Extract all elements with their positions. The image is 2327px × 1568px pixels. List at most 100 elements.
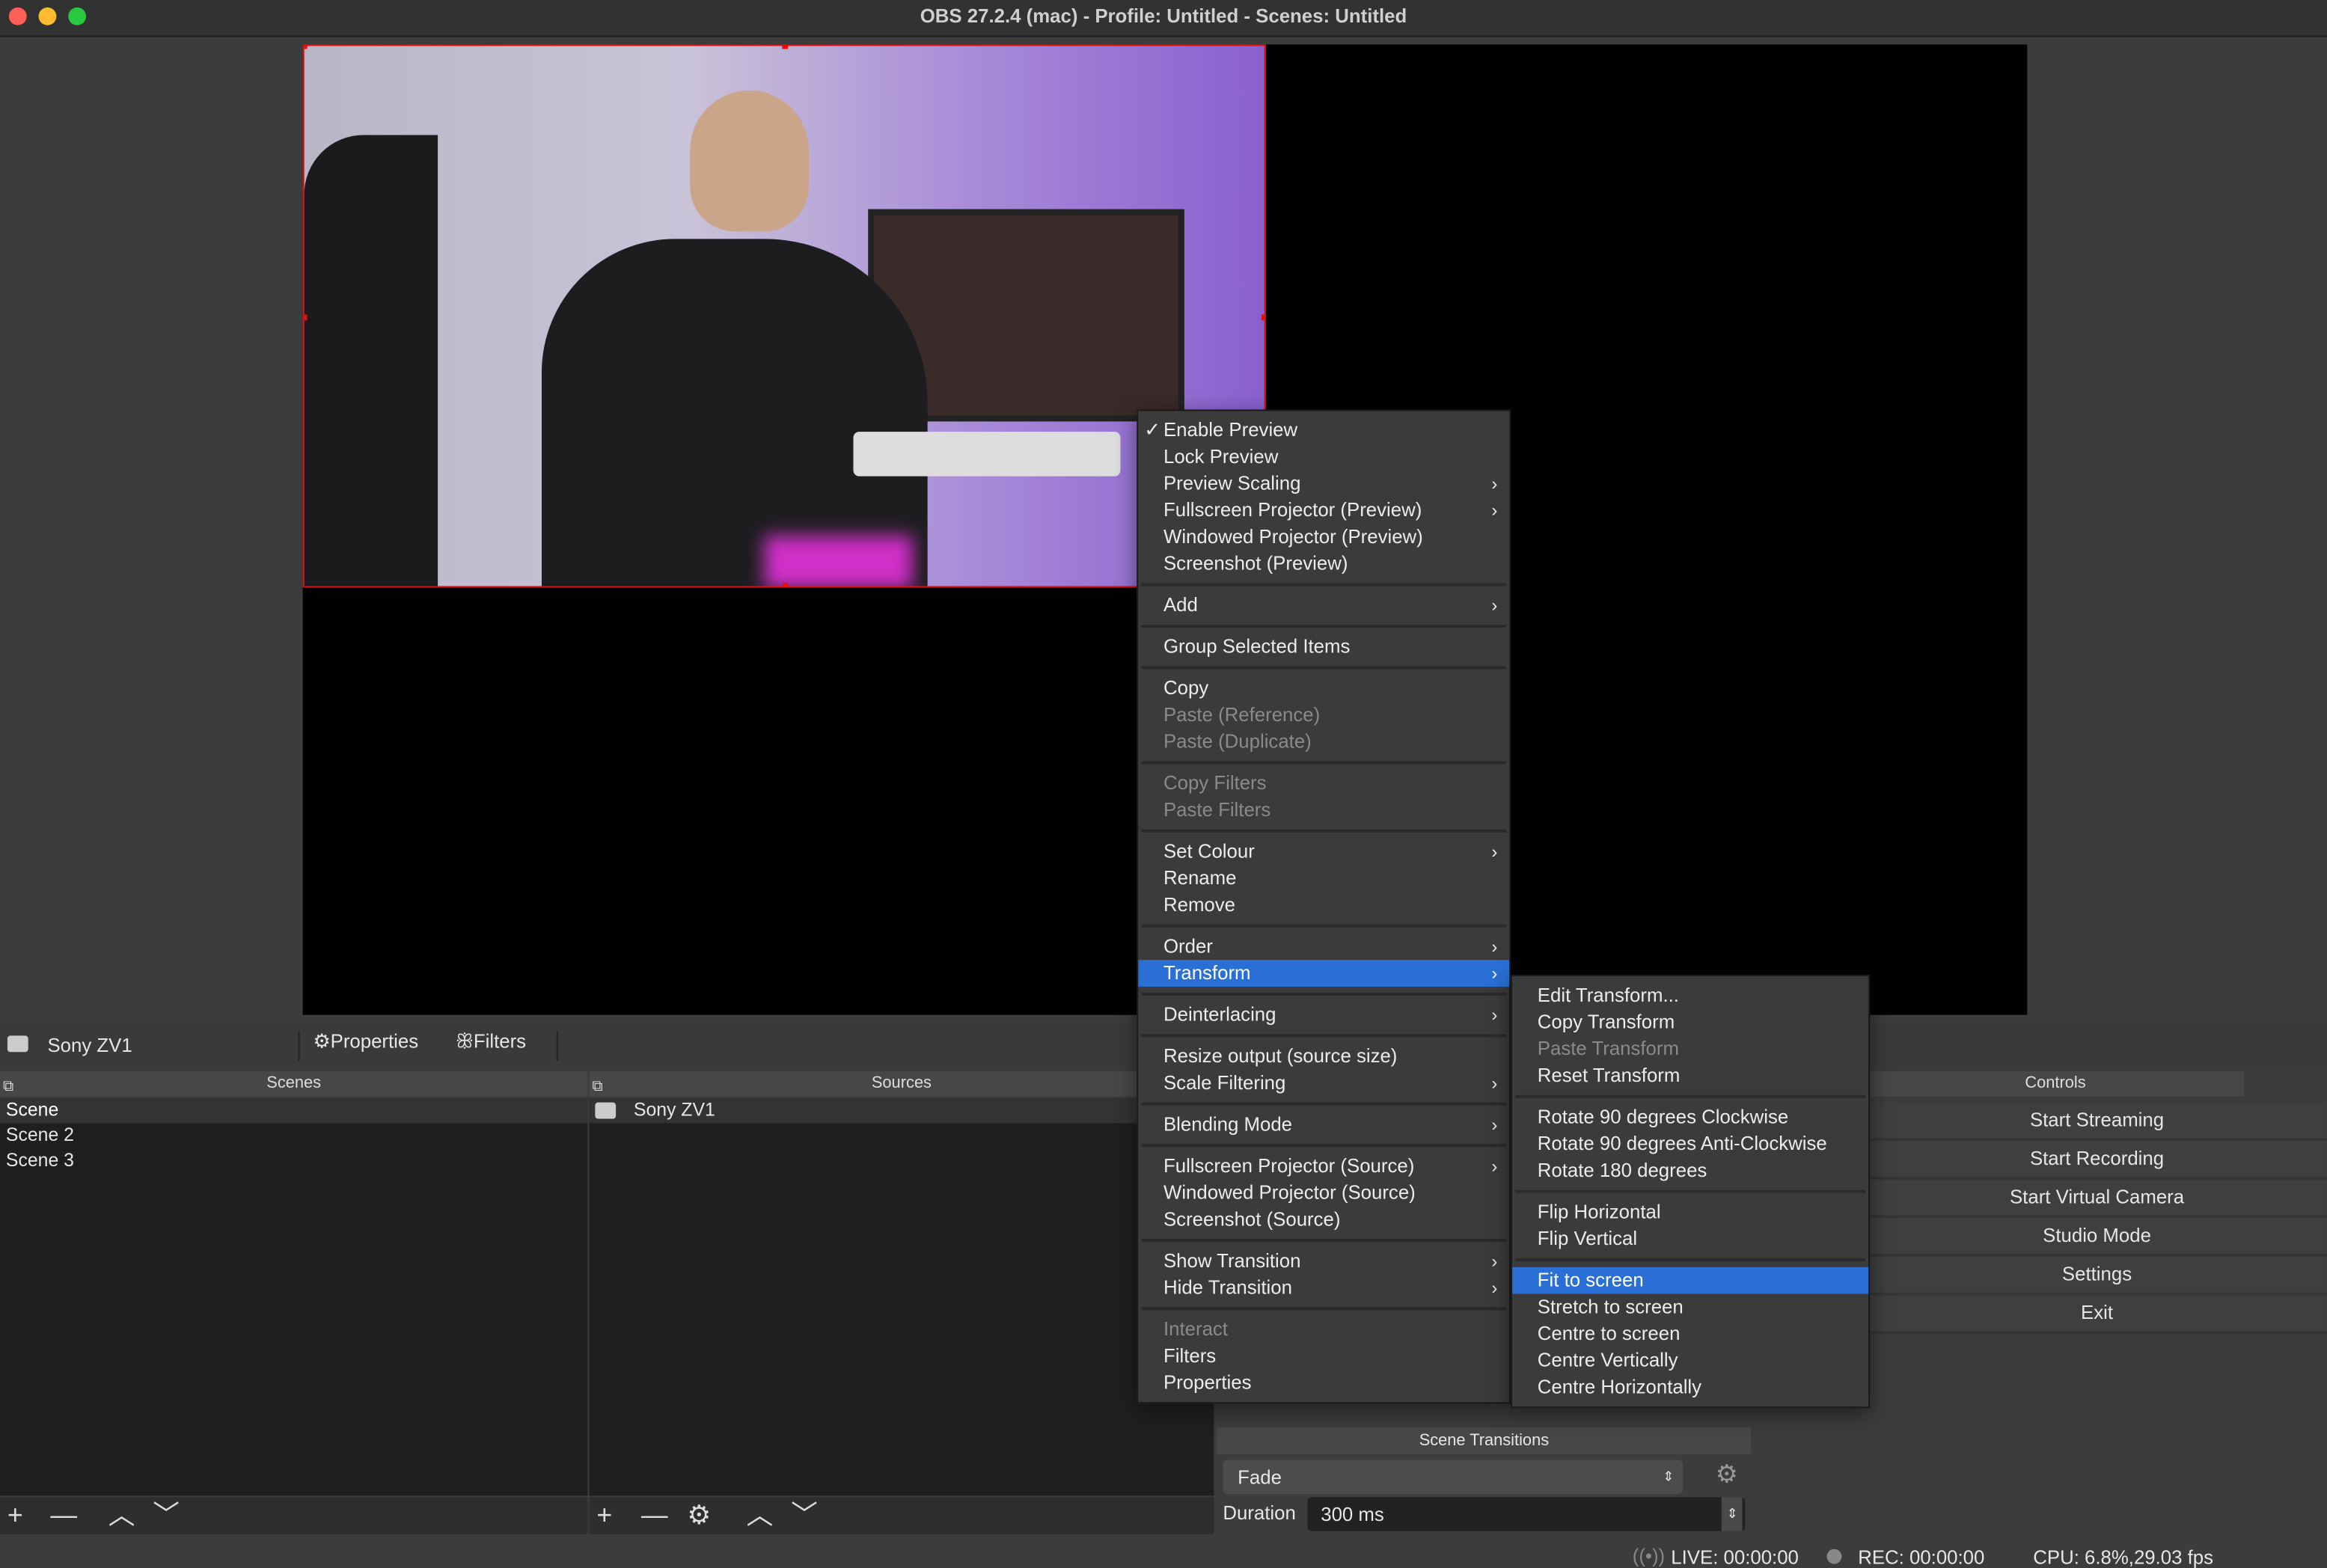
scenes-toolbar: + — ︿ ﹀ <box>0 1497 588 1534</box>
menu-item-enable-preview[interactable]: ✓ Enable Preview <box>1138 417 1509 444</box>
live-broadcast-icon: ((•)) <box>1632 1544 1666 1567</box>
zoom-window-button[interactable] <box>68 7 87 25</box>
transitions-title: Scene Transitions <box>1419 1431 1550 1450</box>
menu-item-properties[interactable]: Properties <box>1138 1370 1509 1397</box>
menu-item-resize-output-source-size[interactable]: Resize output (source size) <box>1138 1043 1509 1070</box>
menu-item-centre-vertically[interactable]: Centre Vertically <box>1512 1347 1868 1374</box>
menu-item-label: Stretch to screen <box>1537 1295 1684 1318</box>
menu-item-paste-filters: Paste Filters <box>1138 797 1509 824</box>
menu-item-set-colour[interactable]: Set Colour › <box>1138 839 1509 866</box>
chevron-right-icon: › <box>1491 595 1498 616</box>
menu-item-order[interactable]: Order › <box>1138 934 1509 961</box>
close-window-button[interactable] <box>8 7 27 25</box>
window-title: OBS 27.2.4 (mac) - Profile: Untitled - S… <box>920 4 1407 27</box>
menu-item-screenshot-source[interactable]: Screenshot (Source) <box>1138 1207 1509 1234</box>
move-source-up-button[interactable]: ︿ <box>747 1497 774 1534</box>
menu-item-copy[interactable]: Copy <box>1138 675 1509 702</box>
move-scene-down-button[interactable]: ﹀ <box>153 1497 180 1534</box>
menu-item-fullscreen-projector-source[interactable]: Fullscreen Projector (Source) › <box>1138 1153 1509 1180</box>
minimize-window-button[interactable] <box>38 7 57 25</box>
menu-item-copy-transform[interactable]: Copy Transform <box>1512 1009 1868 1036</box>
menu-item-fullscreen-projector-preview[interactable]: Fullscreen Projector (Preview) › <box>1138 497 1509 524</box>
scene-item[interactable]: Scene <box>0 1097 588 1124</box>
menu-item-label: Remove <box>1163 893 1236 916</box>
menu-item-stretch-to-screen[interactable]: Stretch to screen <box>1512 1294 1868 1321</box>
menu-item-scale-filtering[interactable]: Scale Filtering › <box>1138 1070 1509 1097</box>
menu-item-fit-to-screen[interactable]: Fit to screen <box>1512 1267 1869 1294</box>
duration-input[interactable]: 300 ms ⇕ <box>1307 1497 1746 1531</box>
undock-icon[interactable]: ⧉ <box>3 1074 13 1100</box>
settings-button[interactable]: Settings <box>1867 1256 2327 1296</box>
status-bar: ((•)) LIVE: 00:00:00 REC: 00:00:00 CPU: … <box>0 1543 2327 1568</box>
menu-item-screenshot-preview[interactable]: Screenshot (Preview) <box>1138 551 1509 578</box>
menu-item-lock-preview[interactable]: Lock Preview <box>1138 444 1509 471</box>
menu-item-label: Interact <box>1163 1317 1228 1341</box>
menu-item-label: Fit to screen <box>1537 1268 1644 1291</box>
menu-item-rotate-90-degrees-anti-clockwise[interactable]: Rotate 90 degrees Anti-Clockwise <box>1512 1130 1868 1157</box>
scene-item[interactable]: Scene 2 <box>0 1123 587 1148</box>
menu-item-blending-mode[interactable]: Blending Mode › <box>1138 1112 1509 1139</box>
menu-item-paste-reference: Paste (Reference) <box>1138 702 1509 729</box>
checkmark-icon: ✓ <box>1144 418 1161 441</box>
camera-source-preview[interactable] <box>302 44 1266 588</box>
transition-select[interactable]: Fade ⇕ <box>1223 1460 1684 1495</box>
move-scene-up-button[interactable]: ︿ <box>108 1497 135 1534</box>
controls-title: Controls <box>2025 1074 2086 1092</box>
scenes-title: Scenes <box>266 1074 322 1092</box>
menu-item-windowed-projector-preview[interactable]: Windowed Projector (Preview) <box>1138 524 1509 551</box>
properties-button[interactable]: ⚙Properties <box>313 1029 418 1053</box>
source-item[interactable]: Sony ZV1 <box>589 1097 1214 1124</box>
menu-item-rotate-180-degrees[interactable]: Rotate 180 degrees <box>1512 1157 1868 1184</box>
menu-item-interact: Interact <box>1138 1316 1509 1343</box>
menu-item-centre-to-screen[interactable]: Centre to screen <box>1512 1320 1868 1347</box>
menu-item-flip-horizontal[interactable]: Flip Horizontal <box>1512 1199 1868 1226</box>
transition-settings-gear-icon[interactable]: ⚙ <box>1716 1460 1738 1490</box>
remove-scene-button[interactable]: — <box>50 1497 77 1534</box>
menu-item-hide-transition[interactable]: Hide Transition › <box>1138 1275 1509 1302</box>
menu-item-preview-scaling[interactable]: Preview Scaling › <box>1138 471 1509 497</box>
title-bar: OBS 27.2.4 (mac) - Profile: Untitled - S… <box>0 0 2327 37</box>
menu-item-rotate-90-degrees-clockwise[interactable]: Rotate 90 degrees Clockwise <box>1512 1104 1868 1131</box>
move-source-down-button[interactable]: ﹀ <box>791 1497 818 1534</box>
menu-item-label: Rename <box>1163 866 1237 889</box>
menu-item-label: Order <box>1163 934 1213 958</box>
scenes-list[interactable]: Scene Scene 2 Scene 3 <box>0 1097 588 1496</box>
menu-item-rename[interactable]: Rename <box>1138 865 1509 892</box>
menu-item-label: Copy <box>1163 676 1209 699</box>
start-virtual-camera-button[interactable]: Start Virtual Camera <box>1867 1179 2327 1219</box>
record-dot-icon <box>1826 1549 1842 1564</box>
menu-item-centre-horizontally[interactable]: Centre Horizontally <box>1512 1374 1868 1401</box>
menu-item-group-selected-items[interactable]: Group Selected Items <box>1138 634 1509 661</box>
sources-list[interactable]: Sony ZV1 <box>589 1097 1214 1496</box>
start-streaming-button[interactable]: Start Streaming <box>1867 1102 2327 1142</box>
keyboard-image <box>853 432 1121 477</box>
filters-button[interactable]: ꕥFilters <box>456 1029 526 1053</box>
menu-item-deinterlacing[interactable]: Deinterlacing › <box>1138 1002 1509 1029</box>
duration-value: 300 ms <box>1321 1503 1384 1525</box>
studio-mode-button[interactable]: Studio Mode <box>1867 1218 2327 1257</box>
duration-stepper[interactable]: ⇕ <box>1722 1497 1743 1531</box>
menu-item-flip-vertical[interactable]: Flip Vertical <box>1512 1225 1868 1252</box>
start-recording-button[interactable]: Start Recording <box>1867 1141 2327 1180</box>
menu-item-edit-transform[interactable]: Edit Transform... <box>1512 982 1868 1009</box>
menu-item-remove[interactable]: Remove <box>1138 892 1509 919</box>
menu-item-label: Transform <box>1163 961 1251 984</box>
chevron-right-icon: › <box>1491 1277 1498 1299</box>
menu-item-reset-transform[interactable]: Reset Transform <box>1512 1062 1868 1089</box>
pink-light-image <box>764 536 913 587</box>
undock-icon[interactable]: ⧉ <box>592 1074 602 1100</box>
add-source-button[interactable]: + <box>596 1497 612 1534</box>
menu-item-label: Add <box>1163 593 1198 616</box>
camera-icon <box>7 1035 28 1053</box>
menu-item-label: Centre to screen <box>1537 1322 1681 1344</box>
scene-item[interactable]: Scene 3 <box>0 1148 587 1174</box>
menu-item-show-transition[interactable]: Show Transition › <box>1138 1248 1509 1275</box>
add-scene-button[interactable]: + <box>7 1497 23 1534</box>
gear-icon[interactable]: ⚙ <box>687 1497 711 1534</box>
menu-item-add[interactable]: Add › <box>1138 592 1509 619</box>
exit-button[interactable]: Exit <box>1867 1295 2327 1335</box>
menu-item-filters[interactable]: Filters <box>1138 1343 1509 1370</box>
menu-item-transform[interactable]: Transform › <box>1138 960 1510 987</box>
menu-item-windowed-projector-source[interactable]: Windowed Projector (Source) <box>1138 1180 1509 1207</box>
remove-source-button[interactable]: — <box>641 1497 668 1534</box>
